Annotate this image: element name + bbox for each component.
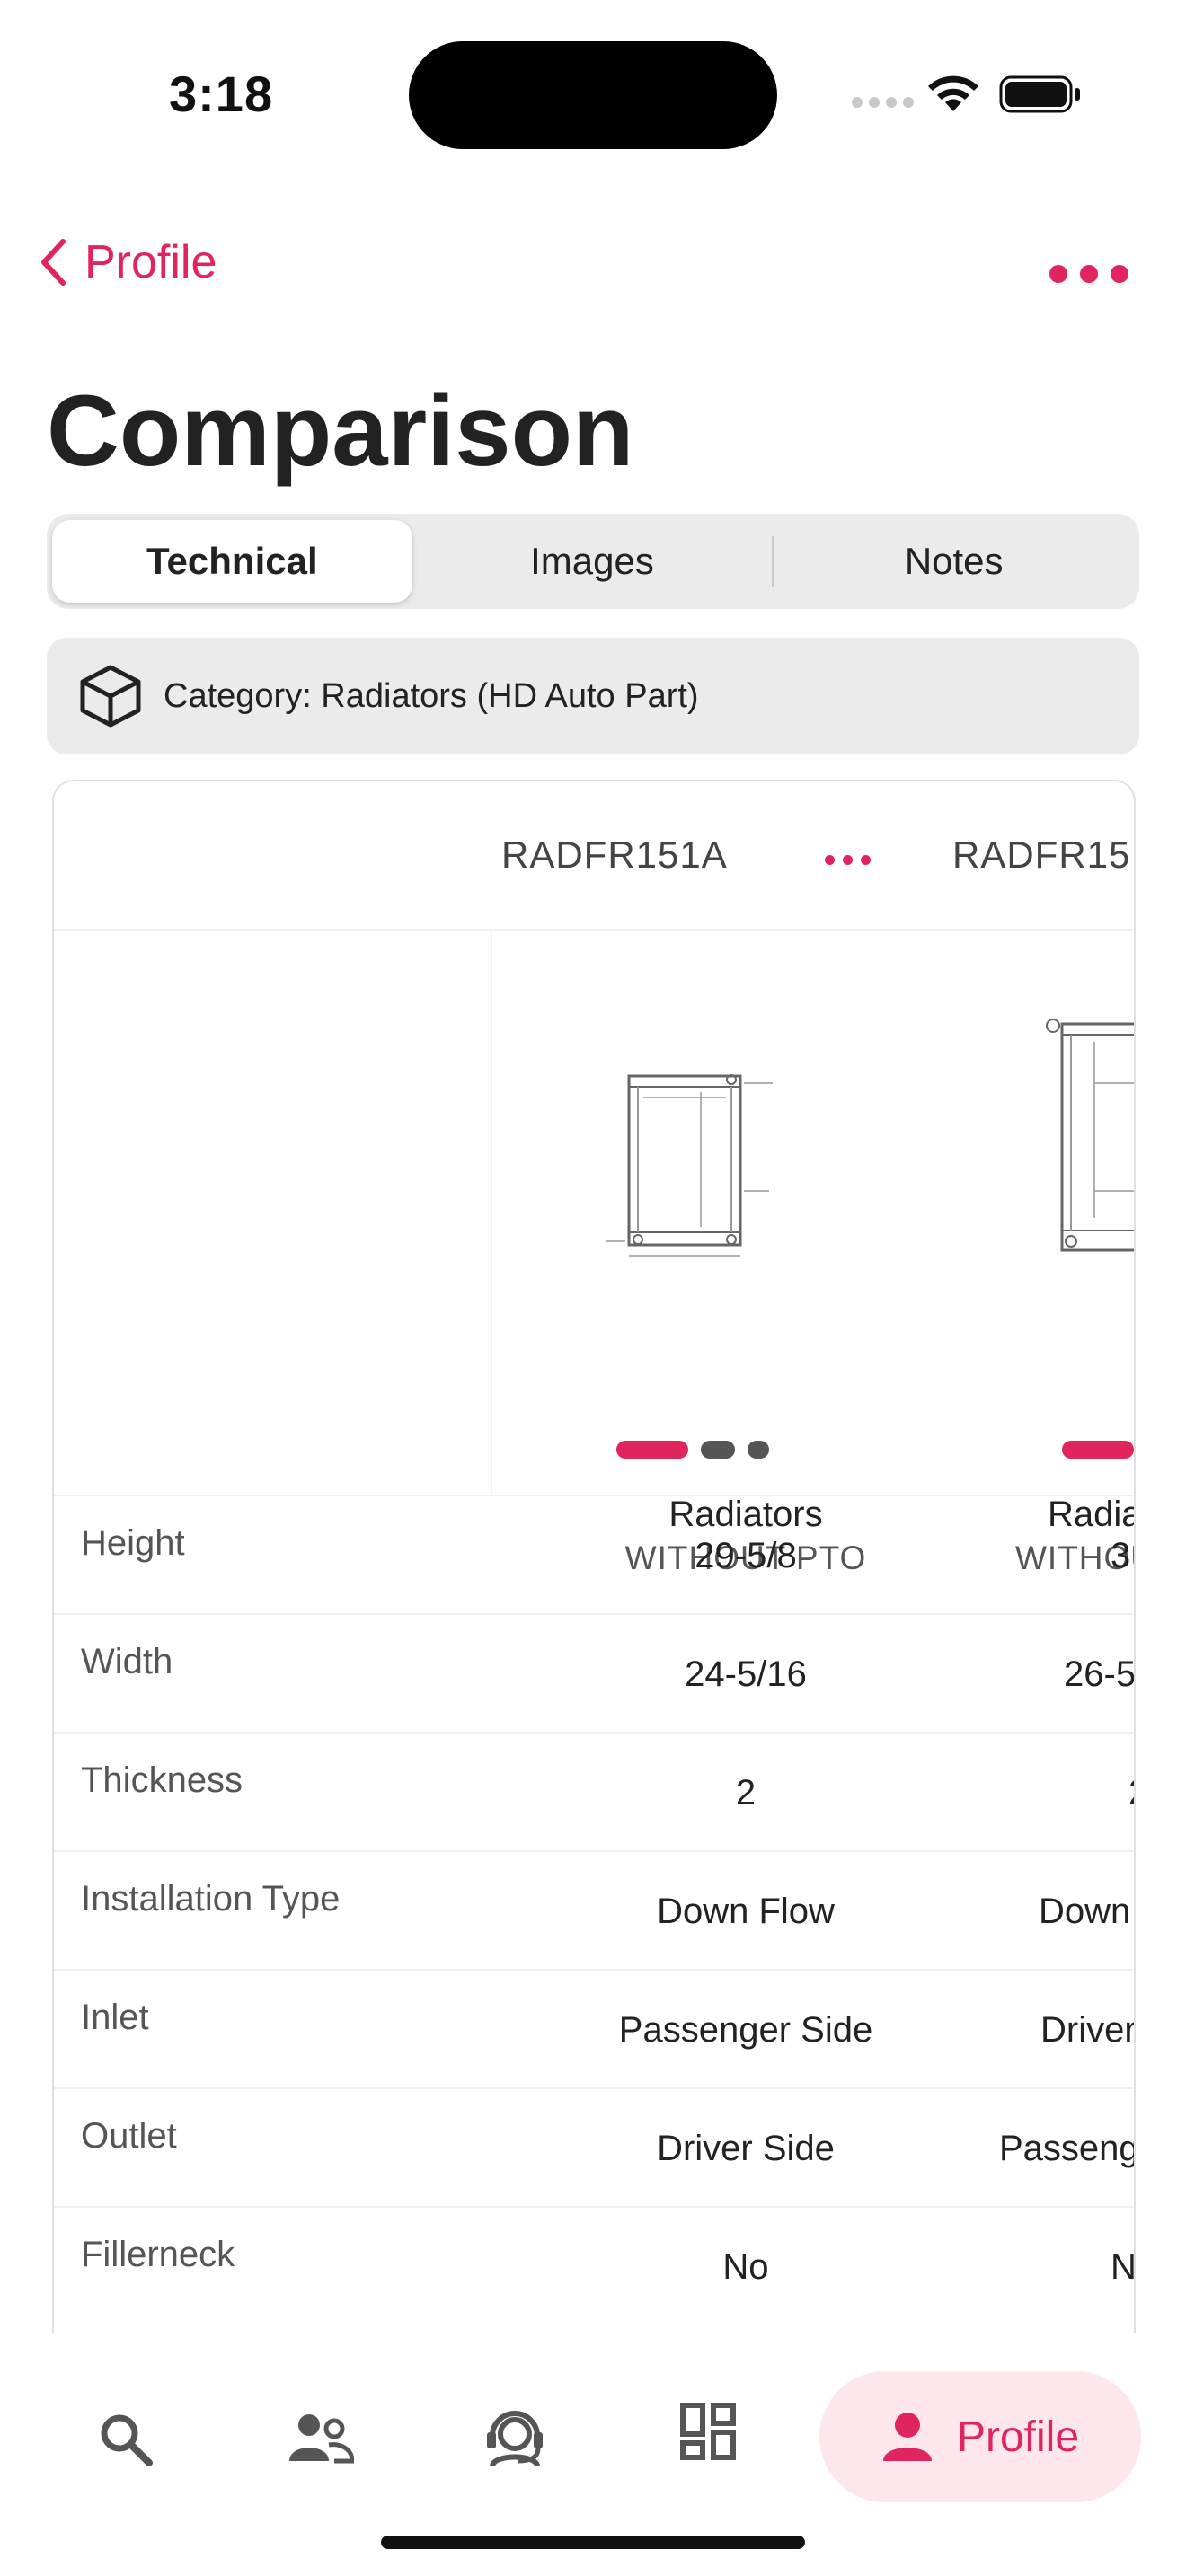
spec-value: 2 — [735, 1773, 757, 1813]
page-title: Comparison — [47, 375, 634, 487]
table-row: Thickness 2 2 — [54, 1732, 1134, 1850]
product-sku: RADFR15 — [952, 834, 1131, 876]
dynamic-island — [409, 41, 777, 149]
back-label: Profile — [84, 236, 217, 288]
column-divider — [491, 931, 492, 1495]
spec-value: Driver Side — [657, 2129, 835, 2168]
table-row: Outlet Driver Side Passeng — [54, 2087, 1136, 2206]
cellular-signal-icon — [852, 97, 914, 108]
support-agent-icon[interactable] — [483, 2404, 546, 2468]
spec-value: 3 — [1111, 1536, 1131, 1575]
spec-value: Passeng — [999, 2129, 1136, 2168]
spec-label: Outlet — [81, 2116, 177, 2156]
spec-label: Inlet — [81, 1998, 149, 2037]
box-icon — [80, 665, 141, 728]
tab-profile-label: Profile — [956, 2413, 1080, 2461]
category-text: Category: Radiators (HD Auto Part) — [164, 676, 699, 715]
tab-notes[interactable]: Notes — [774, 520, 1134, 603]
table-row: Installation Type Down Flow Down — [54, 1850, 1134, 1969]
product-sku: RADFR151A — [501, 834, 728, 876]
image-page-indicator[interactable] — [1062, 1441, 1134, 1459]
spec-value: Passenger Side — [618, 2010, 873, 2050]
product-image[interactable] — [1040, 975, 1136, 1263]
spec-value: 26-5 — [1064, 1654, 1136, 1694]
tab-images[interactable]: Images — [412, 520, 773, 603]
spec-rows: Height 29-5/8 3 Width 24-5/16 26-5 Thick… — [54, 1495, 1136, 2325]
spec-label: Installation Type — [81, 1879, 341, 1919]
category-banner: Category: Radiators (HD Auto Part) — [47, 638, 1139, 754]
people-icon[interactable] — [288, 2411, 354, 2465]
wifi-icon — [928, 75, 978, 111]
spec-value: Down — [1039, 1892, 1131, 1931]
tab-technical[interactable]: Technical — [52, 520, 412, 603]
spec-value: Down Flow — [657, 1892, 835, 1931]
spec-value: 29-5/8 — [695, 1536, 797, 1575]
table-row: Width 24-5/16 26-5 — [54, 1613, 1136, 1732]
spec-value: 2 — [1128, 1773, 1134, 1813]
spec-value: N — [1111, 2247, 1136, 2287]
image-page-indicator[interactable] — [616, 1441, 769, 1459]
column-more-button[interactable] — [825, 855, 871, 865]
spec-value: 24-5/16 — [685, 1654, 807, 1694]
table-row: Fillerneck No N — [54, 2206, 1136, 2325]
person-icon — [882, 2413, 932, 2461]
comparison-header: RADFR151A RADFR15 — [54, 781, 1134, 931]
search-icon[interactable] — [97, 2411, 155, 2468]
tab-profile[interactable]: Profile — [819, 2371, 1141, 2502]
product-images-row: Radiators WITHOUT PTO Radia WITHOU — [54, 931, 1136, 1576]
spec-label: Fillerneck — [81, 2235, 235, 2274]
battery-icon — [999, 75, 1080, 113]
spec-label: Width — [81, 1642, 173, 1681]
spec-label: Thickness — [81, 1760, 243, 1800]
more-button[interactable] — [1049, 265, 1128, 283]
dashboard-icon[interactable] — [679, 2402, 737, 2461]
chevron-left-icon — [41, 239, 66, 286]
table-row: Inlet Passenger Side Driver — [54, 1969, 1136, 2087]
comparison-table[interactable]: RADFR151A RADFR15 Radiators WITHOUT PTO … — [52, 780, 1136, 2333]
back-button[interactable]: Profile — [40, 235, 217, 289]
spec-value: No — [722, 2247, 769, 2287]
status-time: 3:18 — [169, 66, 274, 122]
spec-value: Driver — [1040, 2010, 1136, 2050]
spec-label: Height — [81, 1523, 185, 1563]
segmented-control: Technical Images Notes — [47, 514, 1139, 609]
home-indicator[interactable] — [381, 2536, 805, 2549]
table-row: Height 29-5/8 3 — [54, 1495, 1134, 1613]
product-image[interactable] — [593, 1056, 809, 1272]
